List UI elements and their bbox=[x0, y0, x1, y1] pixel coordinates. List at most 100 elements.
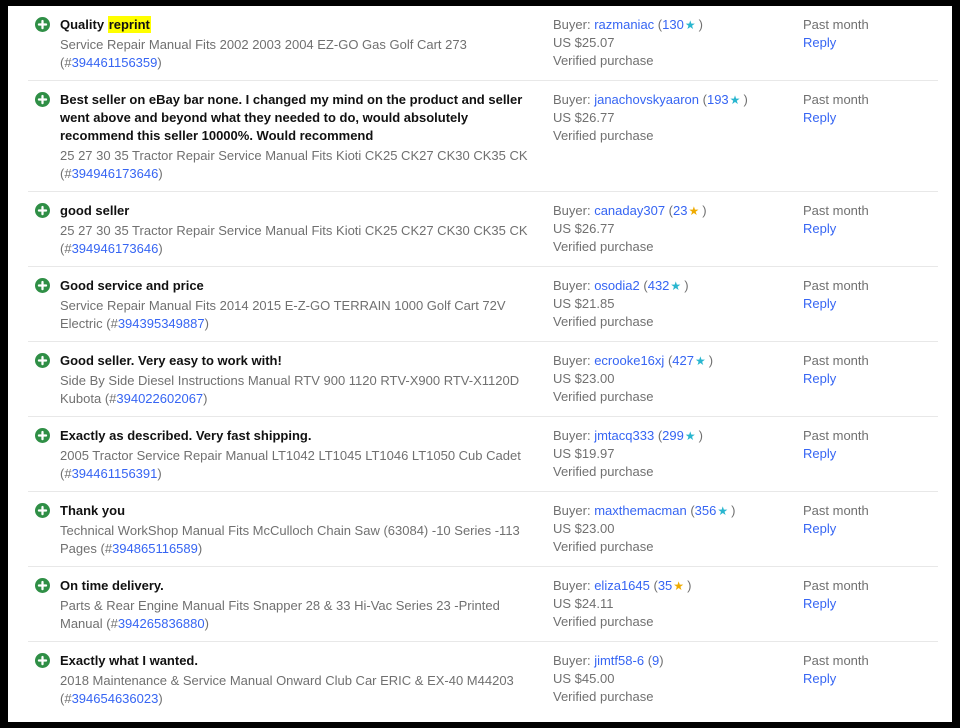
item-number-wrap: (#394265836880) bbox=[106, 616, 209, 631]
feedback-star-icon: ★ bbox=[695, 354, 706, 368]
price: US $23.00 bbox=[553, 370, 803, 388]
item-number-link[interactable]: 394946173646 bbox=[72, 241, 159, 256]
feedback-title: good seller bbox=[60, 202, 539, 220]
feedback-content: Thank you Technical WorkShop Manual Fits… bbox=[60, 502, 553, 558]
feedback-title: Best seller on eBay bar none. I changed … bbox=[60, 91, 539, 145]
item-number-link[interactable]: 394461156359 bbox=[72, 55, 158, 70]
buyer-cell: Buyer: canaday307 (23★) US $26.77 Verifi… bbox=[553, 202, 803, 258]
reply-link[interactable]: Reply bbox=[803, 109, 836, 127]
positive-feedback-icon bbox=[35, 203, 50, 218]
price: US $23.00 bbox=[553, 520, 803, 538]
reply-link[interactable]: Reply bbox=[803, 220, 836, 238]
reply-link[interactable]: Reply bbox=[803, 295, 836, 313]
feedback-content: Good service and price Service Repair Ma… bbox=[60, 277, 553, 333]
feedback-title-text: Thank you bbox=[60, 503, 125, 518]
feedback-content: Exactly as described. Very fast shipping… bbox=[60, 427, 553, 483]
count-close-paren: ) bbox=[684, 278, 688, 293]
item-number-link[interactable]: 394395349887 bbox=[118, 316, 205, 331]
feedback-row: Thank you Technical WorkShop Manual Fits… bbox=[8, 492, 952, 567]
feedback-row: Good seller. Very easy to work with! Sid… bbox=[8, 342, 952, 417]
reply-link[interactable]: Reply bbox=[803, 595, 836, 613]
feedback-star-icon: ★ bbox=[685, 429, 696, 443]
feedback-count-link[interactable]: 23 bbox=[673, 203, 687, 218]
reply-link[interactable]: Reply bbox=[803, 34, 836, 52]
buyer-cell: Buyer: janachovskyaaron (193★) US $26.77… bbox=[553, 91, 803, 183]
buyer-cell: Buyer: jimtf58-6 (9) US $45.00 Verified … bbox=[553, 652, 803, 708]
count-close-paren: ) bbox=[743, 92, 747, 107]
item-number-link[interactable]: 394865116589 bbox=[112, 541, 198, 556]
reply-link[interactable]: Reply bbox=[803, 520, 836, 538]
feedback-count-link[interactable]: 427 bbox=[672, 353, 694, 368]
buyer-username-link[interactable]: jmtacq333 bbox=[594, 428, 654, 443]
meta-cell: Past month Reply bbox=[803, 652, 952, 708]
positive-feedback-icon bbox=[35, 92, 50, 107]
item-number-link[interactable]: 394265836880 bbox=[118, 616, 205, 631]
feedback-row: Best seller on eBay bar none. I changed … bbox=[8, 81, 952, 192]
buyer-username-link[interactable]: jimtf58-6 bbox=[594, 653, 644, 668]
feedback-count-link[interactable]: 432 bbox=[648, 278, 670, 293]
feedback-icon-cell bbox=[35, 652, 60, 708]
item-number-wrap: (#394946173646) bbox=[60, 241, 163, 256]
buyer-username-link[interactable]: osodia2 bbox=[594, 278, 640, 293]
item-description-text: 2018 Maintenance & Service Manual Onward… bbox=[60, 673, 514, 688]
feedback-icon-cell bbox=[35, 91, 60, 183]
buyer-username-link[interactable]: eliza1645 bbox=[594, 578, 650, 593]
buyer-line: Buyer: jmtacq333 (299★) bbox=[553, 427, 803, 445]
time-period-label: Past month bbox=[803, 91, 952, 109]
verified-purchase-label: Verified purchase bbox=[553, 613, 803, 631]
buyer-label: Buyer: bbox=[553, 17, 591, 32]
item-number-link[interactable]: 394022602067 bbox=[116, 391, 203, 406]
verified-purchase-label: Verified purchase bbox=[553, 463, 803, 481]
buyer-username-link[interactable]: ecrooke16xj bbox=[594, 353, 664, 368]
feedback-icon-cell bbox=[35, 16, 60, 72]
item-description-text: 2005 Tractor Service Repair Manual LT104… bbox=[60, 448, 521, 463]
feedback-icon-cell bbox=[35, 427, 60, 483]
verified-purchase-label: Verified purchase bbox=[553, 538, 803, 556]
reply-link[interactable]: Reply bbox=[803, 445, 836, 463]
feedback-count-link[interactable]: 356 bbox=[695, 503, 717, 518]
item-number-open-paren: (# bbox=[60, 691, 72, 706]
item-number-wrap: (#394461156359) bbox=[60, 55, 162, 70]
time-period-label: Past month bbox=[803, 352, 952, 370]
feedback-count-link[interactable]: 299 bbox=[662, 428, 684, 443]
item-number-link[interactable]: 394946173646 bbox=[72, 166, 159, 181]
price: US $24.11 bbox=[553, 595, 803, 613]
buyer-username-link[interactable]: maxthemacman bbox=[594, 503, 686, 518]
buyer-line: Buyer: jimtf58-6 (9) bbox=[553, 652, 803, 670]
feedback-title-text: Good service and price bbox=[60, 278, 204, 293]
item-number-wrap: (#394461156391) bbox=[60, 466, 162, 481]
buyer-label: Buyer: bbox=[553, 203, 591, 218]
item-description-text: Service Repair Manual Fits 2002 2003 200… bbox=[60, 37, 467, 52]
time-period-label: Past month bbox=[803, 502, 952, 520]
buyer-label: Buyer: bbox=[553, 503, 591, 518]
positive-feedback-icon bbox=[35, 353, 50, 368]
reply-link[interactable]: Reply bbox=[803, 370, 836, 388]
item-number-wrap: (#394395349887) bbox=[106, 316, 209, 331]
buyer-username-link[interactable]: janachovskyaaron bbox=[594, 92, 699, 107]
price: US $26.77 bbox=[553, 220, 803, 238]
buyer-username-link[interactable]: razmaniac bbox=[594, 17, 654, 32]
buyer-cell: Buyer: razmaniac (130★) US $25.07 Verifi… bbox=[553, 16, 803, 72]
item-number-link[interactable]: 394654636023 bbox=[72, 691, 159, 706]
feedback-content: good seller 25 27 30 35 Tractor Repair S… bbox=[60, 202, 553, 258]
feedback-count-link[interactable]: 130 bbox=[662, 17, 684, 32]
item-number-link[interactable]: 394461156391 bbox=[72, 466, 158, 481]
item-description: 25 27 30 35 Tractor Repair Service Manua… bbox=[60, 222, 539, 258]
count-close-paren: ) bbox=[659, 653, 663, 668]
item-number-open-paren: (# bbox=[106, 616, 118, 631]
buyer-line: Buyer: eliza1645 (35★) bbox=[553, 577, 803, 595]
feedback-count-link[interactable]: 35 bbox=[658, 578, 672, 593]
feedback-icon-cell bbox=[35, 202, 60, 258]
buyer-username-link[interactable]: canaday307 bbox=[594, 203, 665, 218]
item-number-open-paren: (# bbox=[105, 391, 117, 406]
feedback-star-icon: ★ bbox=[685, 18, 696, 32]
feedback-count-link[interactable]: 193 bbox=[707, 92, 729, 107]
feedback-title-text: Quality bbox=[60, 17, 108, 32]
reply-link[interactable]: Reply bbox=[803, 670, 836, 688]
time-period-label: Past month bbox=[803, 577, 952, 595]
feedback-title-text: On time delivery. bbox=[60, 578, 164, 593]
item-number-wrap: (#394946173646) bbox=[60, 166, 163, 181]
buyer-cell: Buyer: osodia2 (432★) US $21.85 Verified… bbox=[553, 277, 803, 333]
buyer-label: Buyer: bbox=[553, 92, 591, 107]
feedback-star-icon: ★ bbox=[673, 579, 684, 593]
